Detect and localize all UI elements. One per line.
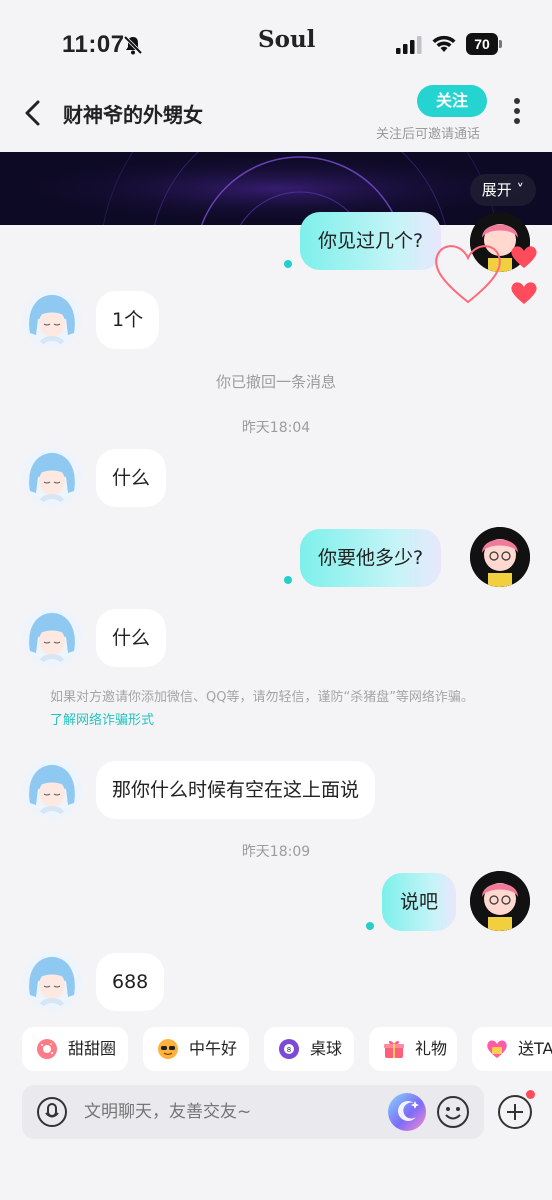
contact-avatar[interactable] <box>22 607 82 667</box>
plus-icon[interactable] <box>497 1094 533 1130</box>
cellular-signal-icon <box>396 36 422 54</box>
message-bubble-incoming[interactable]: 什么 <box>96 449 167 507</box>
chat-header: 财神爷的外甥女 关注 关注后可邀请通话 <box>0 80 552 152</box>
follow-button[interactable]: 关注 <box>417 85 487 117</box>
wifi-icon <box>432 35 456 52</box>
profile-banner[interactable]: 展开 ˅ <box>0 152 552 225</box>
avatar-illustration-me <box>470 871 530 931</box>
read-indicator-dot <box>284 260 292 268</box>
timestamp: 昨天18:04 <box>241 420 311 436</box>
quick-chip-gift[interactable]: 礼物 <box>369 1027 457 1071</box>
bell-muted-icon <box>123 35 143 55</box>
more-options-icon[interactable] <box>510 98 524 128</box>
fraud-info-link[interactable]: 了解网络诈骗形式 <box>50 709 154 728</box>
quick-chip-label: 桌球 <box>310 1039 343 1058</box>
status-bar: 11:07 Soul 70 <box>0 0 552 80</box>
message-input-bar <box>22 1085 484 1139</box>
chat-title: 财神爷的外甥女 <box>63 103 203 127</box>
avatar-illustration-contact <box>22 607 82 667</box>
donut-icon <box>37 1039 57 1059</box>
message-bubble-outgoing[interactable]: 你见过几个? <box>300 212 442 270</box>
battery-level: 70 <box>466 33 498 55</box>
message-bubble-outgoing[interactable]: 你要他多少? <box>300 529 442 587</box>
quick-chip-donut[interactable]: 甜甜圈 <box>22 1027 128 1071</box>
fraud-warning-text: 如果对方邀请你添加微信、QQ等，请勿轻信，谨防“杀猪盘”等网络诈骗。 <box>50 690 474 705</box>
quick-chip-label: 中午好 <box>189 1039 238 1058</box>
heart-outline-decoration-icon <box>435 245 501 304</box>
expand-button[interactable]: 展开 ˅ <box>469 174 536 206</box>
carrier-label: Soul <box>258 26 316 53</box>
message-bubble-incoming[interactable]: 688 <box>96 953 165 1011</box>
read-indicator-dot <box>366 922 374 930</box>
read-indicator-dot <box>284 576 292 584</box>
avatar-illustration-me <box>470 527 530 587</box>
gift-icon <box>384 1040 404 1058</box>
ai-assistant-button[interactable] <box>388 1093 426 1131</box>
contact-avatar[interactable] <box>22 759 82 819</box>
notification-dot <box>526 1090 535 1099</box>
battery-nub <box>499 40 502 48</box>
svg-text:8: 8 <box>287 1046 291 1054</box>
heart-gift-icon <box>487 1040 507 1058</box>
avatar-illustration-contact <box>22 951 82 1011</box>
avatar-illustration-contact <box>22 759 82 819</box>
back-arrow-icon[interactable] <box>20 98 46 128</box>
my-avatar[interactable] <box>470 871 530 931</box>
quick-chip-billiards[interactable]: 8 桌球 <box>264 1027 354 1071</box>
sunglasses-sun-icon <box>158 1039 178 1059</box>
quick-chip-label: 甜甜圈 <box>68 1039 117 1058</box>
message-bubble-outgoing[interactable]: 说吧 <box>382 873 457 931</box>
message-bubble-incoming[interactable]: 什么 <box>96 609 167 667</box>
message-bubble-incoming[interactable]: 1个 <box>96 291 160 349</box>
avatar-illustration-contact <box>22 447 82 507</box>
message-input[interactable] <box>84 1085 374 1139</box>
status-time: 11:07 <box>62 31 125 58</box>
recall-notice: 你已撤回一条消息 <box>215 373 336 391</box>
quick-chip-noon[interactable]: 中午好 <box>143 1027 249 1071</box>
timestamp: 昨天18:09 <box>241 844 311 860</box>
follow-hint: 关注后可邀请通话 <box>376 127 481 142</box>
message-bubble-incoming[interactable]: 那你什么时候有空在这上面说 <box>96 761 376 819</box>
quick-chip-label: 送TA <box>518 1039 552 1058</box>
contact-avatar[interactable] <box>22 951 82 1011</box>
my-avatar[interactable] <box>470 527 530 587</box>
contact-avatar[interactable] <box>22 289 82 349</box>
heart-icon <box>511 282 537 304</box>
avatar-illustration-contact <box>22 289 82 349</box>
billiard-ball-icon: 8 <box>279 1039 299 1059</box>
sparkle-icon <box>398 1101 419 1121</box>
quick-chip-send[interactable]: 送TA <box>472 1027 552 1071</box>
contact-avatar[interactable] <box>22 447 82 507</box>
voice-icon[interactable] <box>36 1096 68 1128</box>
heart-icon <box>511 246 537 268</box>
battery-indicator: 70 <box>466 33 502 55</box>
emoji-icon[interactable] <box>436 1095 470 1129</box>
quick-chip-label: 礼物 <box>415 1039 448 1058</box>
